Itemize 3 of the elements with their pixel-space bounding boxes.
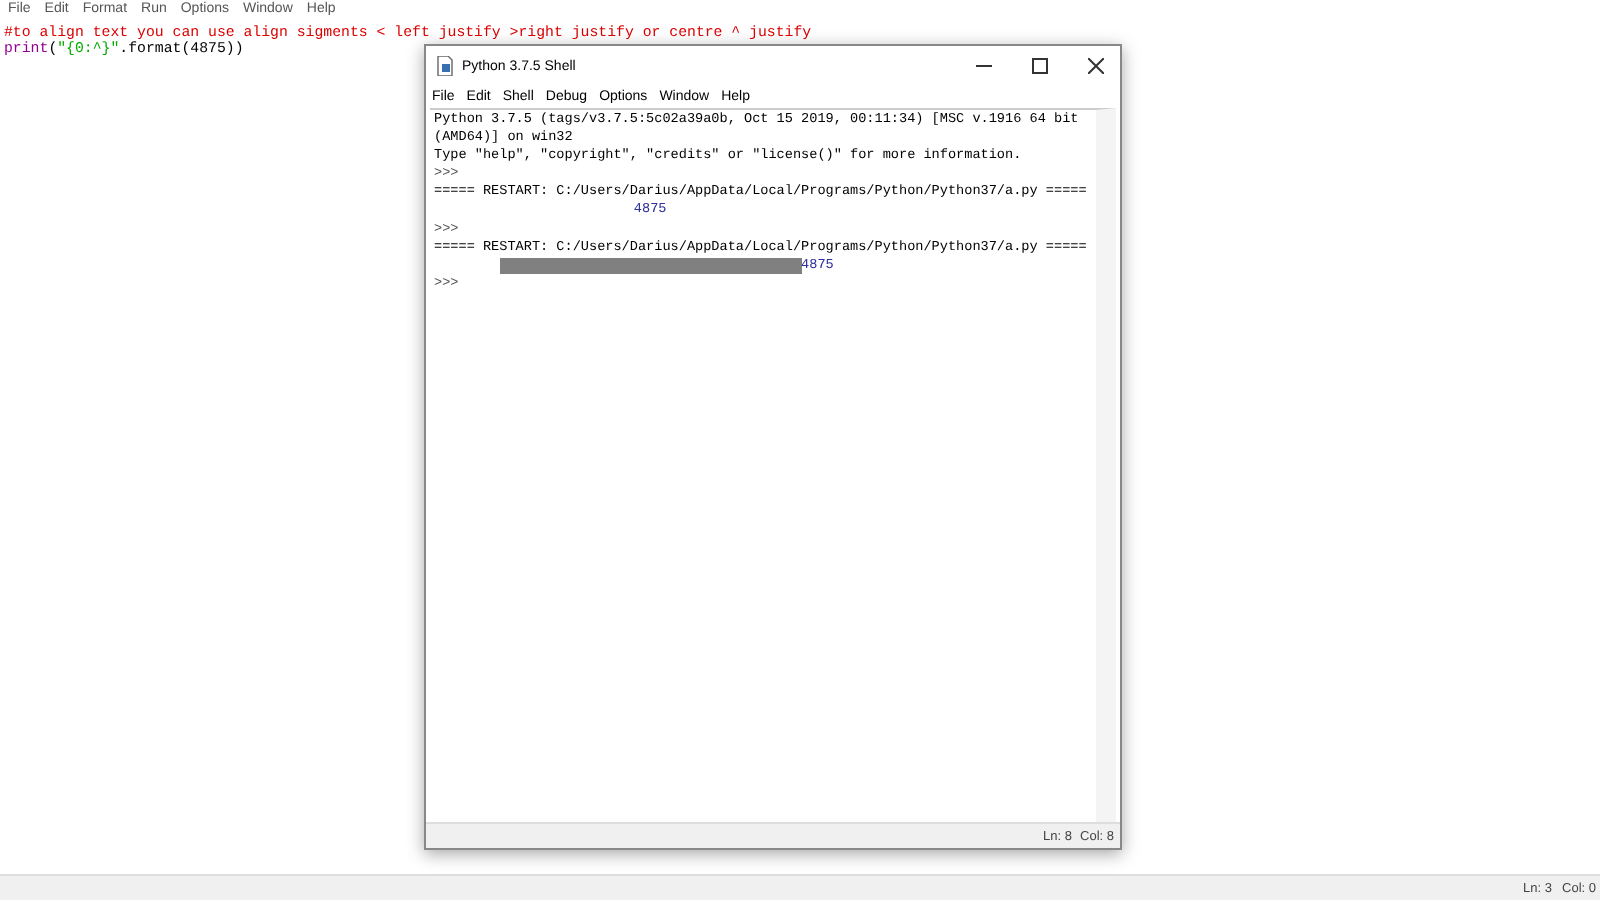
close-icon [1088,58,1104,74]
python-file-icon [436,56,454,76]
maximize-icon [1032,58,1048,74]
